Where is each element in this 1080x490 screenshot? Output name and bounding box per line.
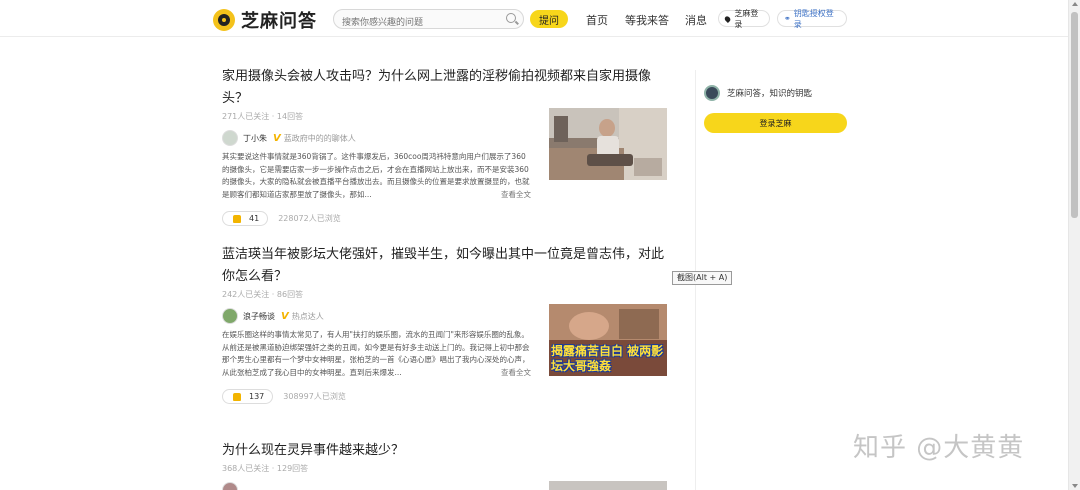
nav-messages[interactable]: 消息 — [685, 12, 707, 28]
question-title[interactable]: 为什么现在灵异事件越来越少？ — [222, 440, 668, 462]
question-meta: 242人已关注 · 86回答 — [222, 290, 304, 299]
author-description: 热点达人 — [291, 311, 324, 321]
like-count: 41 — [249, 214, 260, 223]
search-icon[interactable] — [506, 13, 516, 23]
question-meta: 368人已关注 · 129回答 — [222, 464, 309, 473]
read-more-link[interactable]: 查看全文 — [498, 367, 531, 378]
key-link-icon: ⚭ — [784, 14, 791, 23]
author-name[interactable]: 丁小朱 — [243, 133, 267, 144]
scroll-down-arrow-icon[interactable] — [1072, 484, 1078, 488]
avatar[interactable] — [222, 482, 238, 490]
location-pin-icon — [723, 14, 732, 23]
view-count: 228072人已浏览 — [278, 214, 341, 223]
view-count: 308997人已浏览 — [283, 392, 346, 401]
surveillance-photo-image — [549, 108, 667, 180]
answer-excerpt: 在娱乐圈这样的事情太常见了，有人用"扶打的娱乐圈，流水的丑闻门"来形容娱乐圈的乱… — [222, 330, 530, 377]
author-description: 蓝政府中的的聊体人 — [283, 133, 356, 143]
sidebar-user: 芝麻问答，知识的钥匙 — [704, 85, 812, 101]
nav-wait-answer[interactable]: 等我来答 — [625, 12, 669, 28]
answer-thumbnail[interactable] — [549, 108, 667, 180]
answer-actions: 41 228072人已浏览 — [222, 211, 668, 226]
answer-actions: 137 308997人已浏览 — [222, 389, 668, 404]
read-more-link[interactable]: 查看全文 — [498, 189, 531, 200]
image-caption: 揭露痛苦自白 被两影坛大哥強姦 — [551, 344, 664, 373]
question-title[interactable]: 家用摄像头会被人攻击吗？为什么网上泄露的淫秽偷拍视频都来自家用摄像头？ — [222, 66, 668, 110]
like-count: 137 — [249, 392, 265, 401]
login-button[interactable]: 登录芝麻 — [704, 113, 847, 133]
verified-v-icon: V — [273, 132, 281, 144]
search-input[interactable] — [342, 14, 502, 32]
scroll-thumb[interactable] — [1071, 12, 1078, 218]
question-title[interactable]: 蓝洁瑛当年被影坛大佬强奸，摧毁半生，如今曝出其中一位竟是曾志伟，对此你怎么看？ — [222, 244, 668, 288]
question-card: 蓝洁瑛当年被影坛大佬强奸，摧毁半生，如今曝出其中一位竟是曾志伟，对此你怎么看？ … — [222, 244, 668, 404]
question-card: 为什么现在灵异事件越来越少？ 368人已关注 · 129回答 — [222, 440, 668, 490]
thumbs-up-icon — [233, 214, 241, 223]
question-card: 家用摄像头会被人攻击吗？为什么网上泄露的淫秽偷拍视频都来自家用摄像头？ 271人… — [222, 66, 668, 226]
zhima-login-label: 芝麻登录 — [734, 8, 759, 29]
screenshot-tooltip: 截图(Alt + A) — [672, 271, 733, 285]
logo-text: 芝麻问答 — [241, 11, 317, 32]
auth-login-label: 钥匙授权登录 — [793, 8, 834, 29]
verified-v-icon: V — [281, 310, 289, 322]
author-name[interactable]: 浪子畅谈 — [243, 311, 275, 322]
logo-icon — [213, 9, 235, 31]
auth-login-button[interactable]: ⚭ 钥匙授权登录 — [777, 8, 847, 29]
avatar[interactable] — [222, 130, 238, 146]
scroll-up-arrow-icon[interactable] — [1072, 2, 1078, 6]
watermark: 知乎 @大黄黄 — [853, 433, 1025, 463]
zhima-login-button[interactable]: 芝麻登录 — [718, 8, 770, 29]
thumbs-up-icon — [233, 392, 241, 401]
avatar[interactable] — [222, 308, 238, 324]
logo[interactable]: 芝麻问答 — [213, 7, 317, 33]
avatar[interactable] — [704, 85, 720, 101]
answer-excerpt: 其实要说这件事情就是360背锅了。这件事爆发后，360coo周鸿祎特意向用户们展… — [222, 152, 530, 199]
answer-thumbnail[interactable] — [549, 481, 667, 490]
ask-button[interactable]: 提问 — [530, 10, 568, 28]
top-header: 芝麻问答 提问 首页 等我来答 消息 芝麻登录 ⚭ 钥匙授权登录 — [0, 0, 1068, 37]
like-button[interactable]: 137 — [222, 389, 274, 404]
page-scrollbar[interactable] — [1068, 0, 1080, 490]
search-box — [333, 9, 524, 32]
answer-thumbnail[interactable]: 揭露痛苦自白 被两影坛大哥強姦 — [549, 304, 667, 376]
like-button[interactable]: 41 — [222, 211, 269, 226]
sidebar-slogan: 芝麻问答，知识的钥匙 — [727, 89, 813, 99]
nav-home[interactable]: 首页 — [586, 12, 608, 28]
